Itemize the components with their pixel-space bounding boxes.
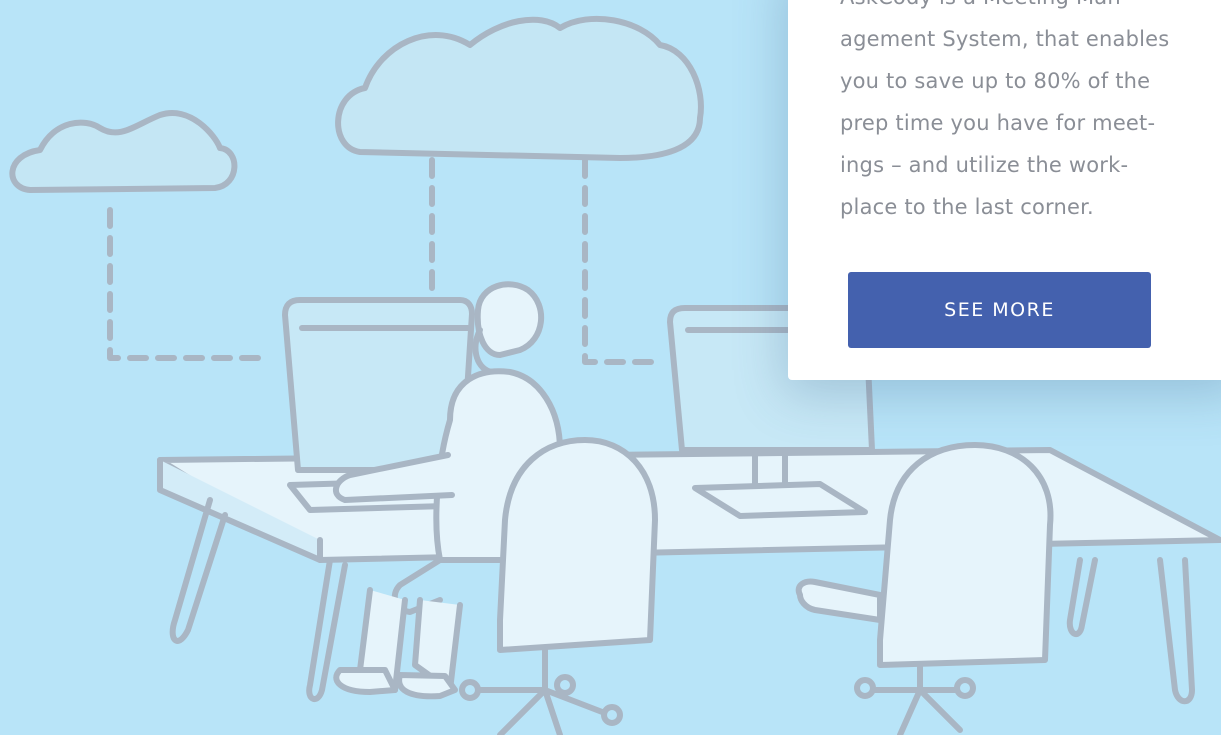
promo-description: AskCody is a Meeting Man- agement System… [840, 0, 1210, 228]
cloud-icon [335, 15, 704, 161]
promo-line: agement System, that enables [840, 27, 1170, 51]
promo-line: prep time you have for meet- [840, 111, 1156, 135]
promo-line: place to the last corner. [840, 195, 1094, 219]
promo-line: AskCody is a Meeting Man- [840, 0, 1210, 18]
promo-line: you to save up to 80% of the [840, 69, 1151, 93]
cloud-icon [9, 110, 238, 193]
see-more-button[interactable]: SEE MORE [848, 272, 1151, 348]
promo-line: ings – and utilize the work- [840, 153, 1129, 177]
